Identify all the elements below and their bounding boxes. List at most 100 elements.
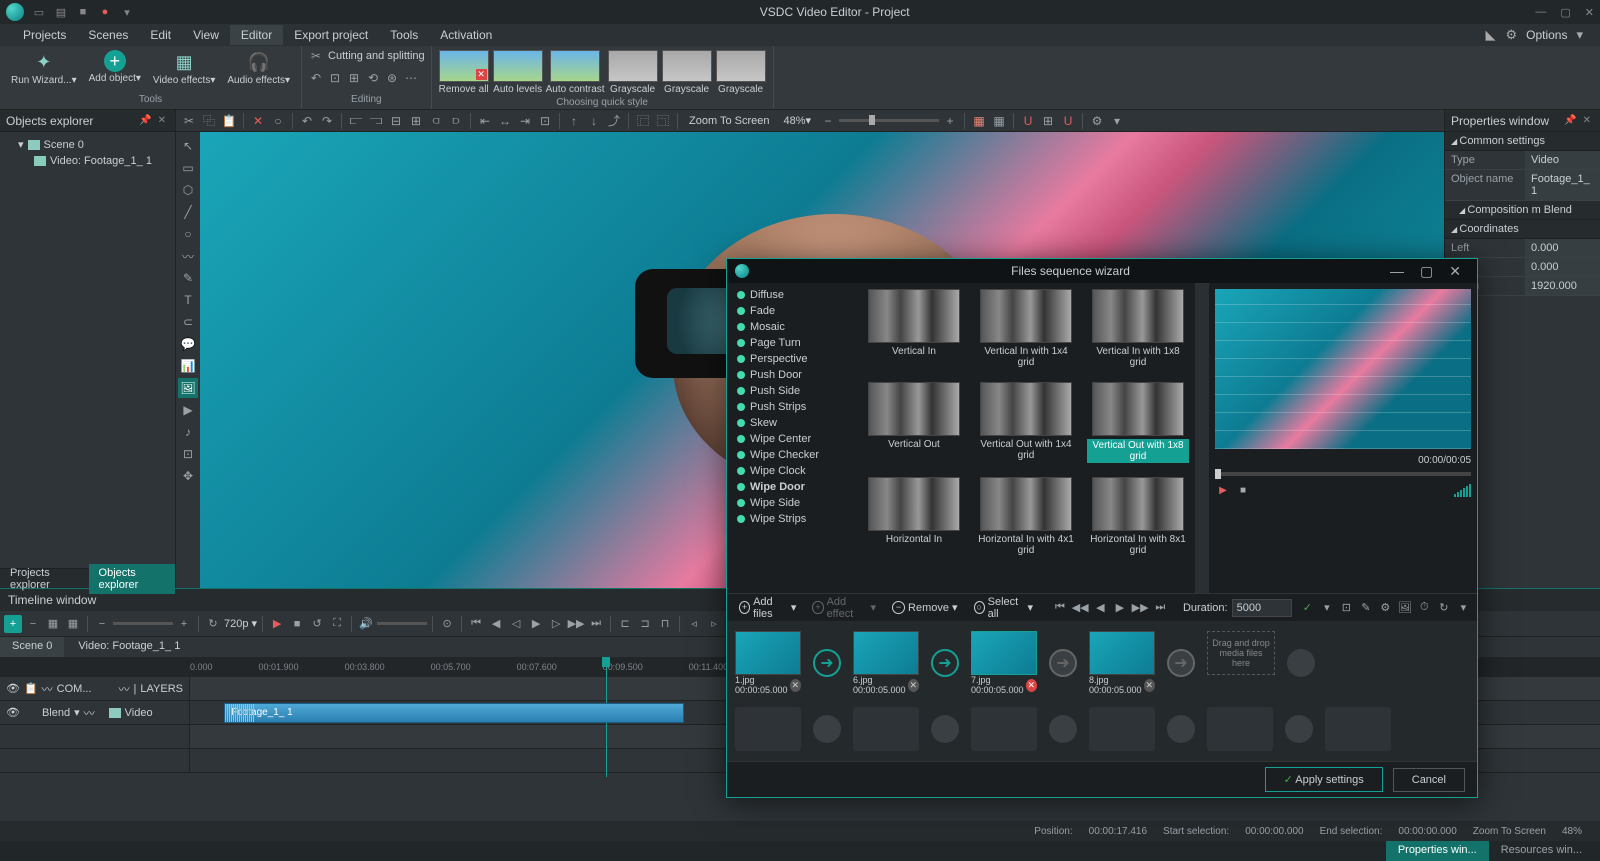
remove-button[interactable]: −Remove▾ xyxy=(886,598,964,617)
remove-file-icon[interactable]: ✕ xyxy=(908,679,919,692)
transition-thumb[interactable]: Horizontal In with 4x1 grid xyxy=(975,477,1077,556)
empty-slot[interactable] xyxy=(1089,707,1155,751)
options-dropdown-icon[interactable]: ▾ xyxy=(1571,27,1588,43)
style-thumb-2[interactable] xyxy=(550,50,600,82)
tl-stepback-icon[interactable]: ◁ xyxy=(507,615,525,633)
section-common[interactable]: Common settings xyxy=(1445,132,1600,151)
paste-icon[interactable]: 📋 xyxy=(220,112,238,130)
empty-slot[interactable] xyxy=(1207,707,1273,751)
arrow-icon[interactable]: ➜ xyxy=(931,649,959,677)
qat-dropdown-icon[interactable]: ▾ xyxy=(120,5,134,19)
zoom-minus-icon[interactable]: − xyxy=(819,112,837,130)
edit-tool-4[interactable]: ⟲ xyxy=(365,70,381,86)
scissors-icon[interactable]: ✂ xyxy=(308,48,324,64)
track-btn-1[interactable]: ▦ xyxy=(44,615,62,633)
transition-page-turn[interactable]: Page Turn xyxy=(727,335,857,351)
transition-perspective[interactable]: Perspective xyxy=(727,351,857,367)
wiz-back-icon[interactable]: ◀ xyxy=(1093,599,1109,617)
menu-edit[interactable]: Edit xyxy=(139,25,182,45)
settings-gear-icon[interactable]: ⚙ xyxy=(1500,27,1522,43)
run-wizard-button[interactable]: ✦Run Wizard...▾ xyxy=(6,48,82,88)
menu-tools[interactable]: Tools xyxy=(379,25,429,45)
transition-thumb[interactable]: Vertical In xyxy=(863,289,965,368)
tl-loop-icon[interactable]: ↺ xyxy=(308,615,326,633)
prop-top-value[interactable]: 0.000 xyxy=(1525,258,1600,276)
transition-wipe-door[interactable]: Wipe Door xyxy=(727,479,857,495)
pin-icon[interactable]: 📌 xyxy=(136,115,154,126)
tree-scene[interactable]: ▾Scene 0 xyxy=(6,136,169,153)
file-slot[interactable]: 1.jpg00:00:05.000✕ xyxy=(735,631,801,695)
zoom-value[interactable]: 48%▾ xyxy=(778,114,818,127)
pointer-tool[interactable]: ↖ xyxy=(178,136,198,156)
transition-push-side[interactable]: Push Side xyxy=(727,383,857,399)
tl-zoom-minus[interactable]: − xyxy=(93,615,111,633)
arrow-icon[interactable]: ➜ xyxy=(1167,649,1195,677)
menu-scenes[interactable]: Scenes xyxy=(77,25,139,45)
add-object-button[interactable]: +Add object▾ xyxy=(84,48,146,86)
tool-circle[interactable]: ○ xyxy=(269,112,287,130)
tl-full-icon[interactable]: ⛶ xyxy=(328,615,346,633)
tl-stop-icon[interactable]: ■ xyxy=(288,615,306,633)
qat-new-icon[interactable]: ▭ xyxy=(32,5,46,19)
cut-icon[interactable]: ✂ xyxy=(180,112,198,130)
dist-4[interactable]: ⊡ xyxy=(536,112,554,130)
lock-icon[interactable]: 📋 xyxy=(24,682,38,695)
maximize-button[interactable]: ▢ xyxy=(1560,6,1570,19)
tl-prev-icon[interactable]: ◀ xyxy=(487,615,505,633)
tl-play2-icon[interactable]: ▶ xyxy=(527,615,545,633)
transition-fade[interactable]: Fade xyxy=(727,303,857,319)
remove-file-icon[interactable]: ✕ xyxy=(1026,679,1037,692)
transition-wipe-side[interactable]: Wipe Side xyxy=(727,495,857,511)
resolution-select[interactable]: 720p ▾ xyxy=(224,617,257,630)
ungroup-icon[interactable]: ⿹ xyxy=(654,112,672,130)
style-thumb-5[interactable] xyxy=(716,50,766,82)
wiz-next-icon[interactable]: ▶▶ xyxy=(1132,599,1149,617)
dist-2[interactable]: ↔ xyxy=(496,112,514,130)
transition-wipe-strips[interactable]: Wipe Strips xyxy=(727,511,857,527)
transition-wipe-checker[interactable]: Wipe Checker xyxy=(727,447,857,463)
timeline-clip[interactable]: Footage_1_ 1 xyxy=(224,703,684,723)
text-tool[interactable]: T xyxy=(178,290,198,310)
file-slot[interactable]: 6.jpg00:00:05.000✕ xyxy=(853,631,919,695)
transition-diffuse[interactable]: Diffuse xyxy=(727,287,857,303)
remove-track-button[interactable]: − xyxy=(24,615,42,633)
delete-icon[interactable]: ✕ xyxy=(249,112,267,130)
rotate-icon[interactable]: ↻ xyxy=(1436,599,1452,617)
transition-push-door[interactable]: Push Door xyxy=(727,367,857,383)
media-tool[interactable]: ▶ xyxy=(178,400,198,420)
tl-first-icon[interactable]: ⏮ xyxy=(467,615,485,633)
wiz-tool-3[interactable]: ⚙ xyxy=(1378,599,1394,617)
safe-1[interactable]: ▦ xyxy=(970,112,988,130)
shape-tool[interactable]: ⬡ xyxy=(178,180,198,200)
transition-thumb[interactable]: Vertical Out with 1x4 grid xyxy=(975,382,1077,463)
tl-stepfwd-icon[interactable]: ▷ xyxy=(547,615,565,633)
add-track-button[interactable]: + xyxy=(4,615,22,633)
wiz-prev-icon[interactable]: ◀◀ xyxy=(1072,599,1089,617)
ellipse-tool[interactable]: ○ xyxy=(178,224,198,244)
wizard-stop-icon[interactable]: ■ xyxy=(1235,482,1251,498)
audio-effects-button[interactable]: 🎧Audio effects▾ xyxy=(222,48,295,88)
order-top-icon[interactable]: ⤴ xyxy=(605,112,623,130)
style-thumb-0[interactable]: ✕ xyxy=(439,50,489,82)
tl-last-icon[interactable]: ⏭ xyxy=(587,615,605,633)
file-slot[interactable]: 7.jpg00:00:05.000✕ xyxy=(971,631,1037,695)
transition-thumb[interactable]: Vertical In with 1x8 grid xyxy=(1087,289,1189,368)
menu-editor[interactable]: Editor xyxy=(230,25,283,45)
qat-open-icon[interactable]: ▤ xyxy=(54,5,68,19)
gear-icon[interactable]: ⚙ xyxy=(1088,112,1106,130)
tree-video[interactable]: Video: Footage_1_ 1 xyxy=(6,153,169,169)
wiz-first-icon[interactable]: ⏮ xyxy=(1052,599,1068,617)
transition-thumb[interactable]: Vertical In with 1x4 grid xyxy=(975,289,1077,368)
image-tool[interactable]: 🖼 xyxy=(178,378,198,398)
volume-slider[interactable] xyxy=(377,622,427,625)
prop-left-value[interactable]: 0.000 xyxy=(1525,239,1600,257)
prop-width-value[interactable]: 1920.000 xyxy=(1525,277,1600,295)
transition-thumb[interactable]: Horizontal In xyxy=(863,477,965,556)
apply-settings-button[interactable]: Apply settings xyxy=(1265,767,1383,792)
add-files-button[interactable]: +Add files▾ xyxy=(733,593,802,623)
style-thumb-4[interactable] xyxy=(662,50,712,82)
wave-icon-1[interactable]: 〰 xyxy=(42,681,53,697)
align-6[interactable]: ⫐ xyxy=(447,112,465,130)
track-head-comp[interactable]: 👁 📋 〰 COM... 〰 | LAYERS xyxy=(0,677,190,700)
wave-tool[interactable]: 〰 xyxy=(178,246,198,266)
